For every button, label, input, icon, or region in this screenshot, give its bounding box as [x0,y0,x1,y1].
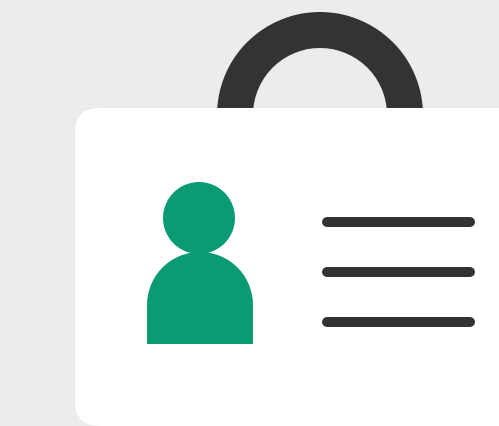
lanyard-clip-ring [217,12,423,116]
person-head [163,182,235,254]
lanyard-clip-icon [217,12,423,116]
id-badge-scene [0,0,499,426]
id-badge-icon [75,12,499,426]
